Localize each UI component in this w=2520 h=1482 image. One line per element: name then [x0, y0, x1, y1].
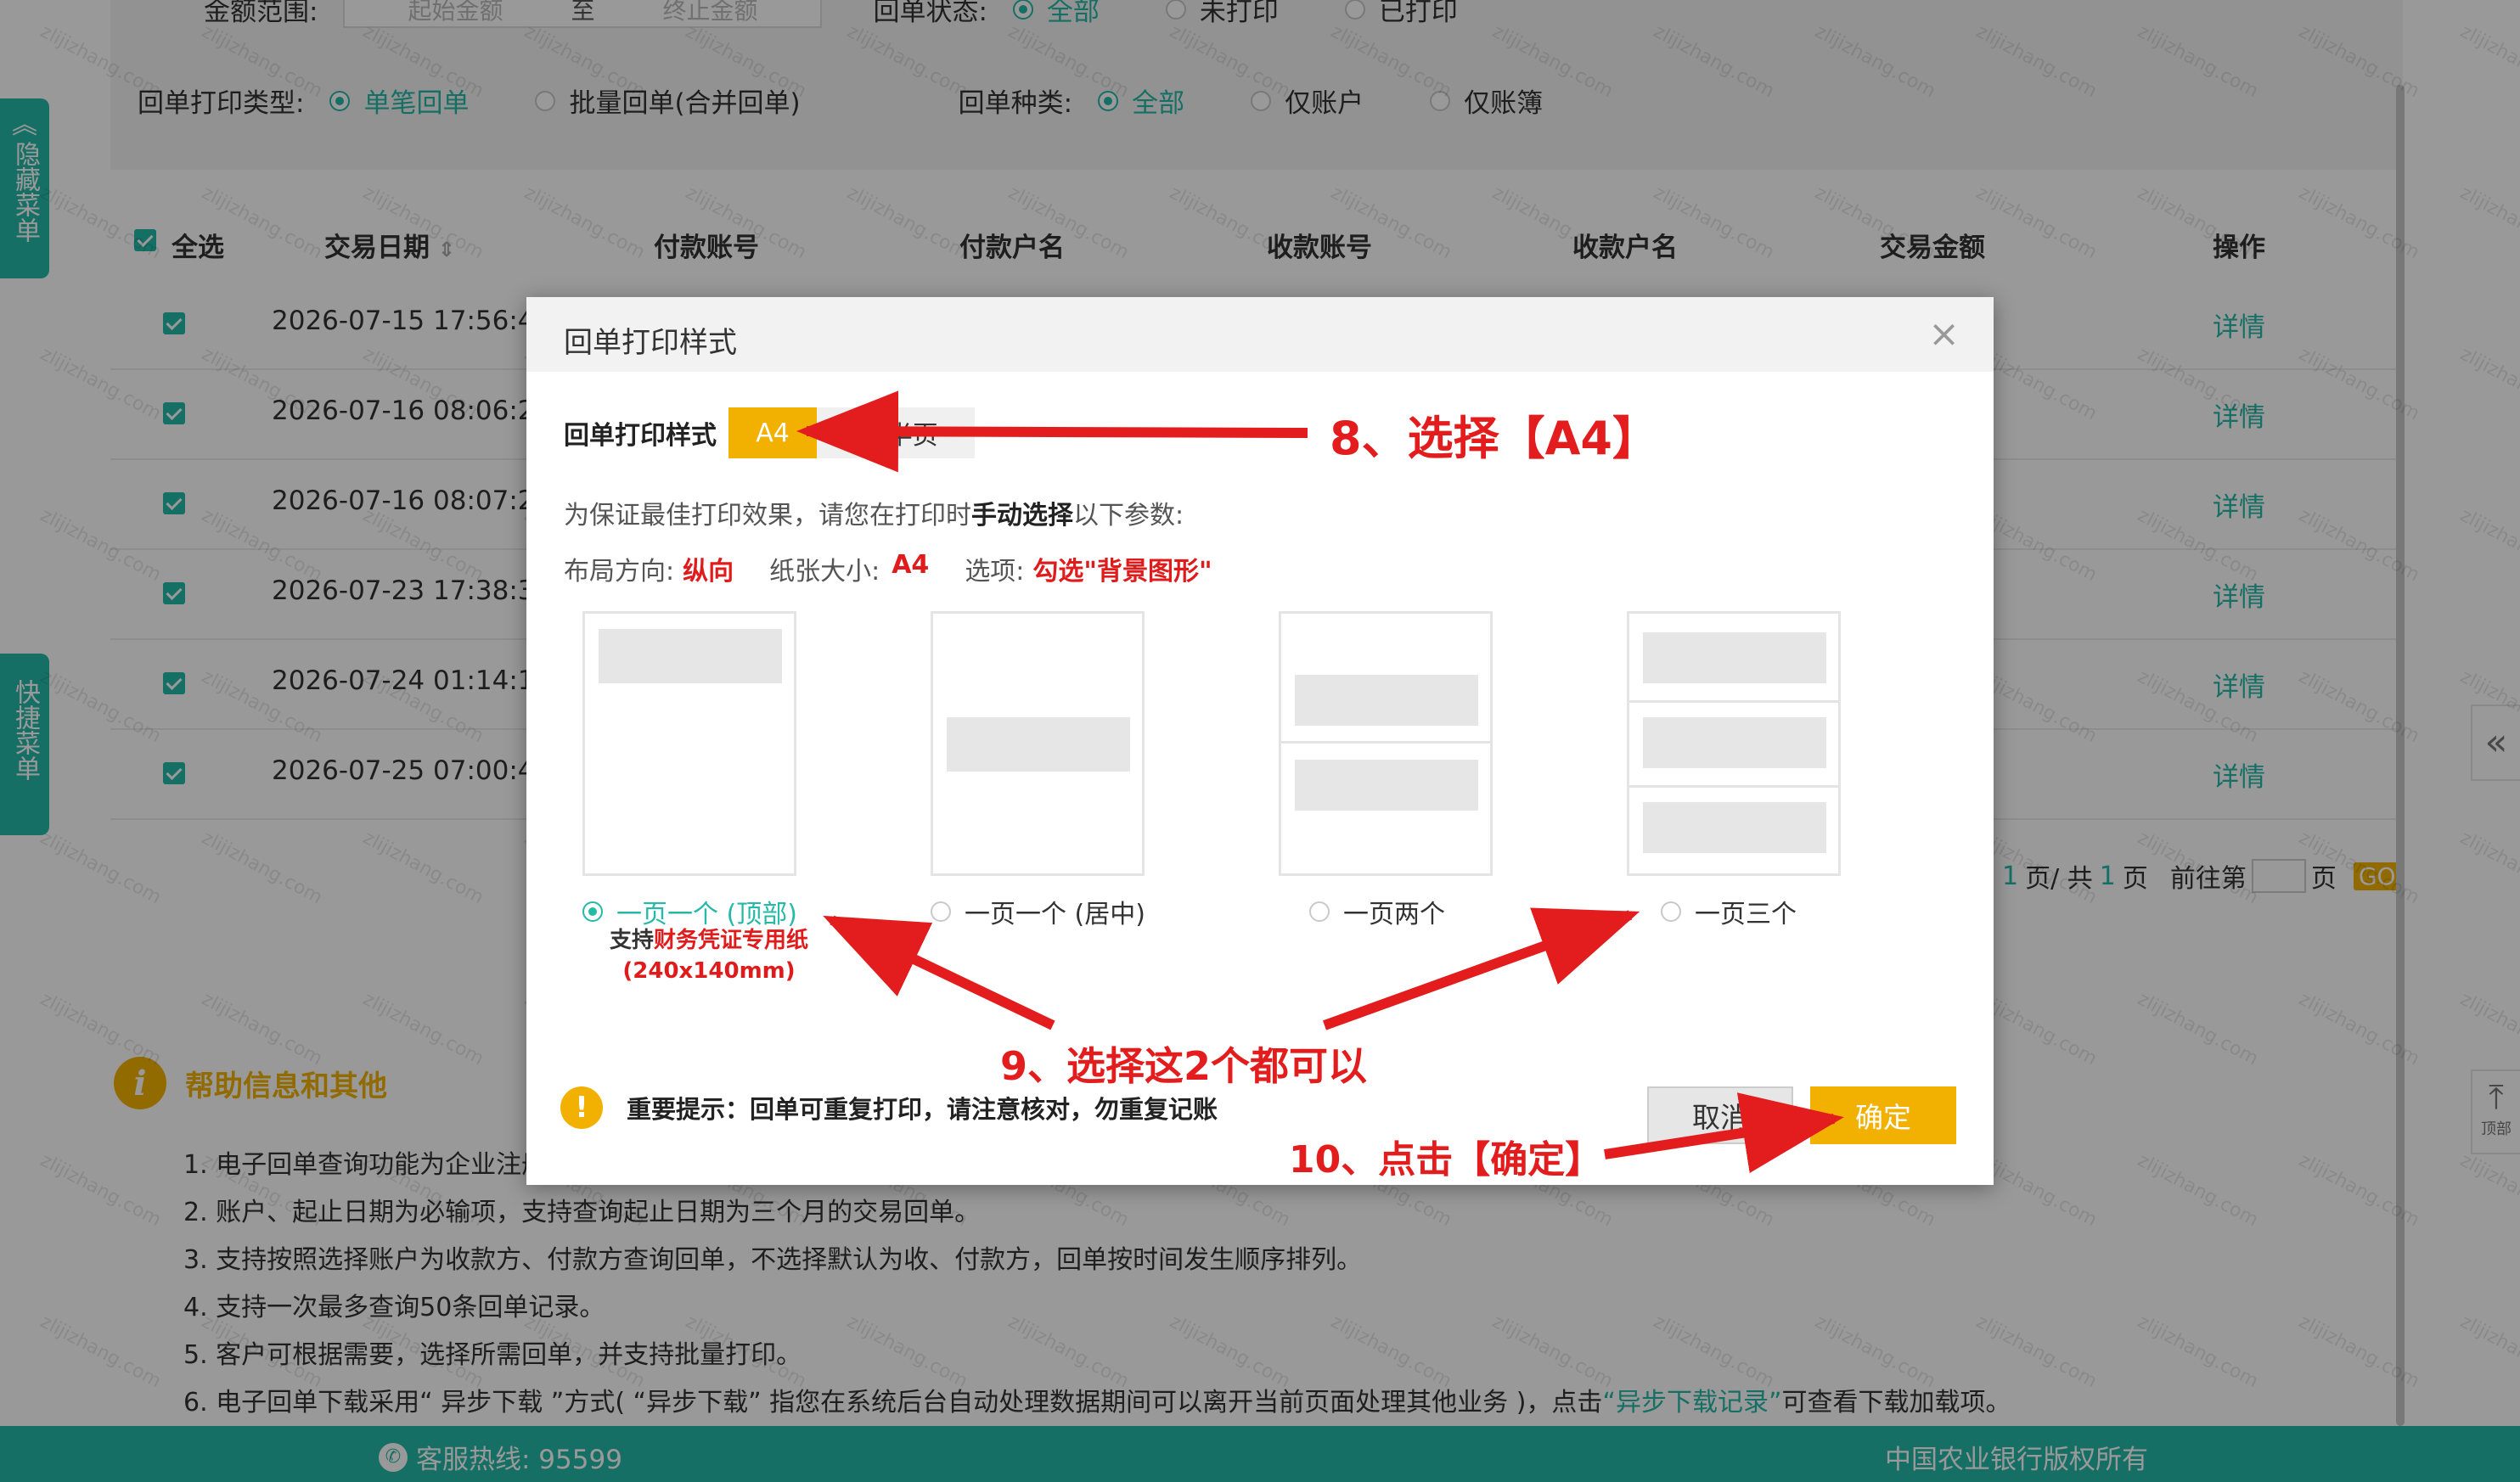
step-10-annotation: 10、点击【确定】	[1289, 1138, 1603, 1182]
page: 金额范围: 起始金额 至 终止金额 回单状态: 全部 未打印 已打印 回单打印类…	[0, 0, 2520, 1482]
step-8-annotation: 8、选择【A4】	[1330, 412, 1658, 465]
step-9-annotation: 9、选择这2个都可以	[1000, 1043, 1368, 1089]
arrow-to-layout-three	[1322, 907, 1640, 1030]
arrow-to-confirm	[1604, 1092, 1844, 1174]
arrow-to-a4	[796, 390, 1308, 473]
arrow-to-layout-top	[823, 915, 1055, 1030]
annotation-arrows	[796, 390, 1844, 1174]
